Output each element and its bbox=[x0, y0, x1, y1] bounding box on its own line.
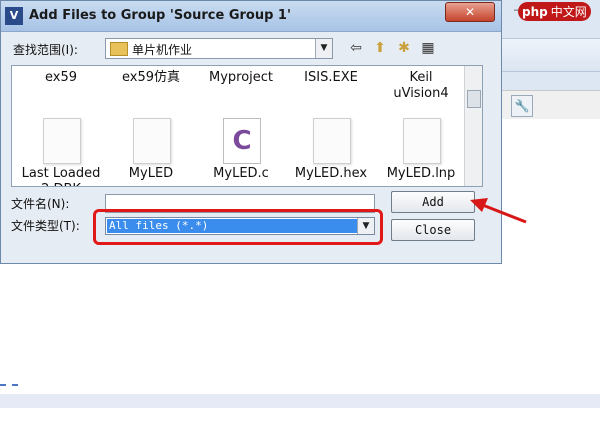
lookin-value: 单片机作业 bbox=[132, 43, 193, 57]
file-list[interactable]: ex59 ex59仿真 Myproject ISIS.EXE Keil uVision4… bbox=[11, 65, 483, 187]
file-item[interactable]: MyLED.lnp bbox=[376, 66, 466, 186]
nav-toolbar: ⇦ ⬆ ✱ ▦ bbox=[345, 37, 441, 59]
dialog-title: Add Files to Group 'Source Group 1' bbox=[29, 8, 291, 23]
c-source-file-icon: C bbox=[223, 118, 261, 164]
file-name-label: Last Loaded 2.DBK bbox=[21, 166, 101, 186]
file-name-label: MyLED.hex bbox=[294, 166, 368, 181]
filetype-label: 文件类型(T): bbox=[11, 219, 80, 233]
wrench-icon[interactable]: 🔧 bbox=[511, 95, 533, 117]
close-button[interactable]: Close bbox=[391, 219, 475, 241]
file-item[interactable]: MyLED.hex bbox=[286, 66, 376, 186]
new-folder-icon[interactable]: ✱ bbox=[393, 38, 415, 58]
keil-app-icon: V bbox=[5, 7, 23, 25]
watermark-text: 中文网 bbox=[550, 5, 587, 19]
file-list-scrollbar[interactable] bbox=[464, 66, 482, 186]
file-name-label: MyLED.c bbox=[213, 166, 269, 181]
document-file-icon bbox=[133, 118, 171, 164]
watermark: php 中文网 bbox=[518, 2, 591, 21]
add-button[interactable]: Add bbox=[391, 191, 475, 213]
background-status-bar bbox=[0, 394, 600, 408]
dialog-titlebar[interactable]: V Add Files to Group 'Source Group 1' ✕ bbox=[1, 1, 501, 32]
add-files-dialog: V Add Files to Group 'Source Group 1' ✕ … bbox=[0, 0, 502, 264]
file-item[interactable]: C MyLED.c bbox=[196, 66, 286, 186]
file-item[interactable]: Last Loaded 2.DBK bbox=[16, 66, 106, 186]
highlight-box bbox=[93, 209, 383, 245]
up-folder-icon[interactable]: ⬆ bbox=[369, 38, 391, 58]
file-name-label: MyLED.lnp bbox=[386, 166, 456, 181]
editor-dash-line bbox=[0, 384, 18, 386]
view-menu-icon[interactable]: ▦ bbox=[417, 38, 439, 58]
scrollbar-thumb[interactable] bbox=[467, 90, 481, 108]
document-file-icon bbox=[313, 118, 351, 164]
lookin-combo[interactable]: 单片机作业 ▼ bbox=[105, 38, 333, 59]
document-file-icon bbox=[403, 118, 441, 164]
back-icon[interactable]: ⇦ bbox=[345, 38, 367, 58]
file-name-label: MyLED bbox=[128, 166, 174, 181]
close-window-button[interactable]: ✕ bbox=[445, 2, 495, 22]
folder-icon bbox=[110, 42, 128, 56]
watermark-brand: php bbox=[522, 5, 548, 19]
filename-label: 文件名(N): bbox=[11, 197, 70, 211]
file-item[interactable]: MyLED bbox=[106, 66, 196, 186]
lookin-label: 查找范围(I): bbox=[13, 43, 78, 57]
document-file-icon bbox=[43, 118, 81, 164]
chevron-down-icon[interactable]: ▼ bbox=[315, 39, 332, 58]
